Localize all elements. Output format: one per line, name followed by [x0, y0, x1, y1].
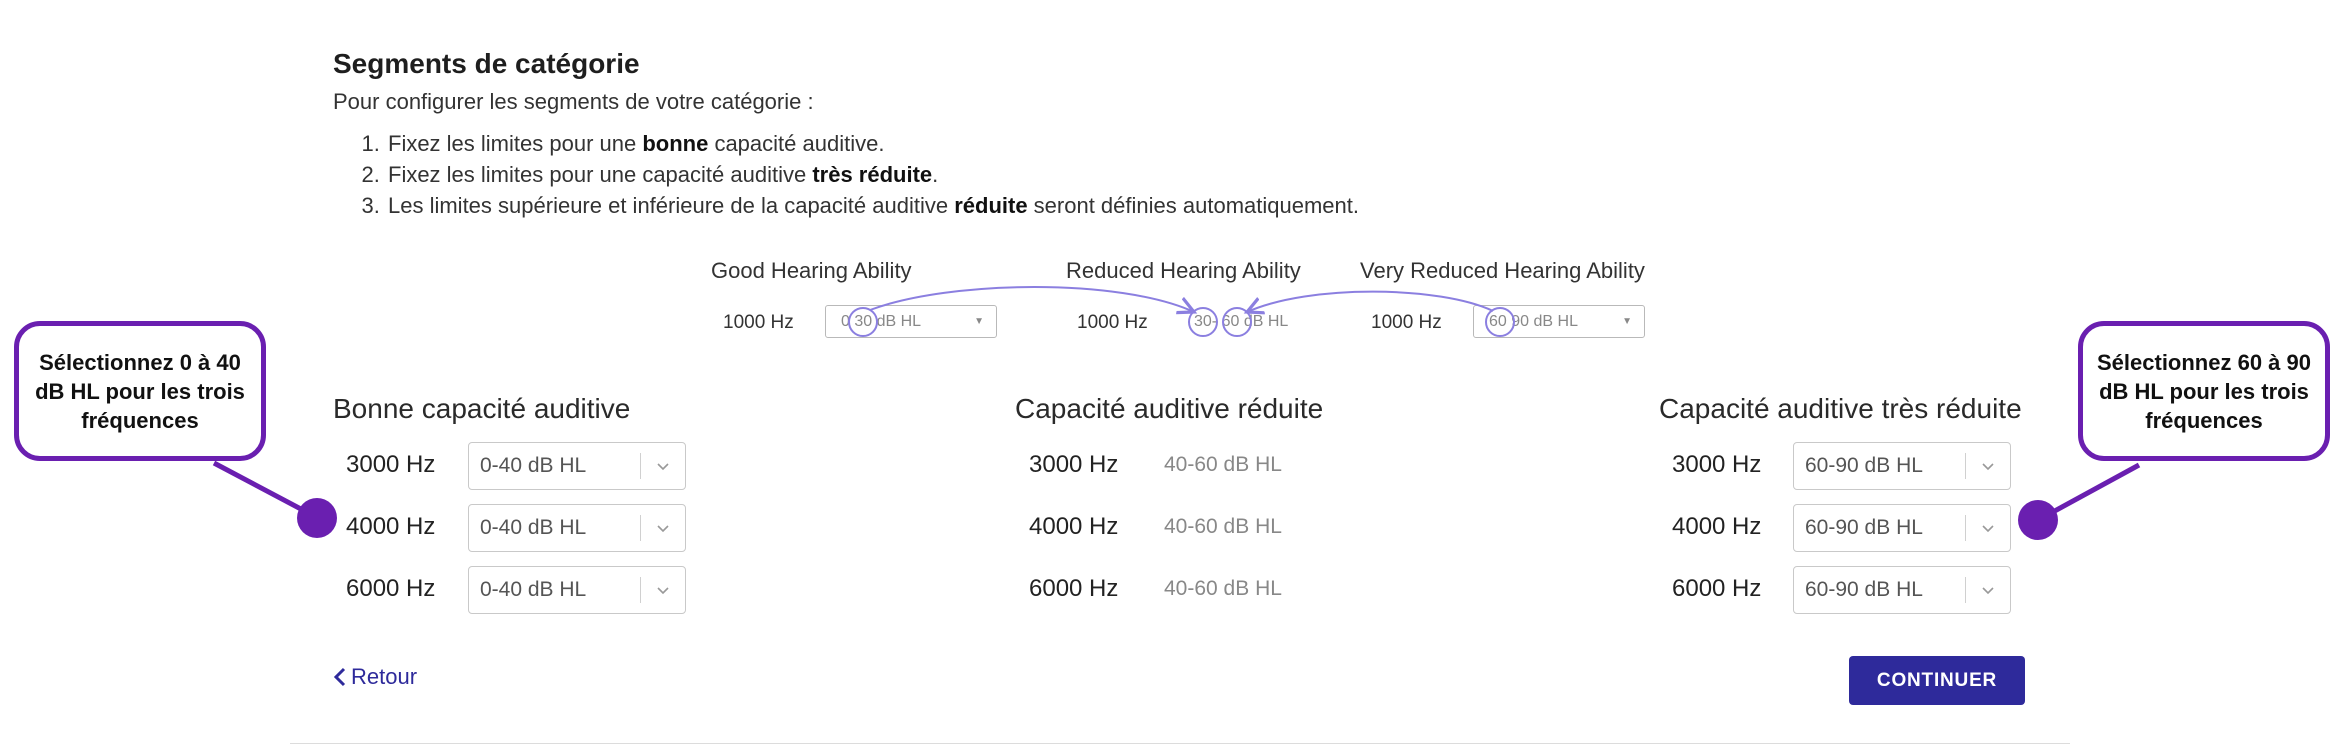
callout-marker [2018, 500, 2058, 540]
callout-marker [297, 498, 337, 538]
callout-left: Sélectionnez 0 à 40 dB HL pour les trois… [14, 321, 266, 461]
callout-right: Sélectionnez 60 à 90 dB HL pour les troi… [2078, 321, 2330, 461]
callout-connectors [212, 460, 2141, 522]
